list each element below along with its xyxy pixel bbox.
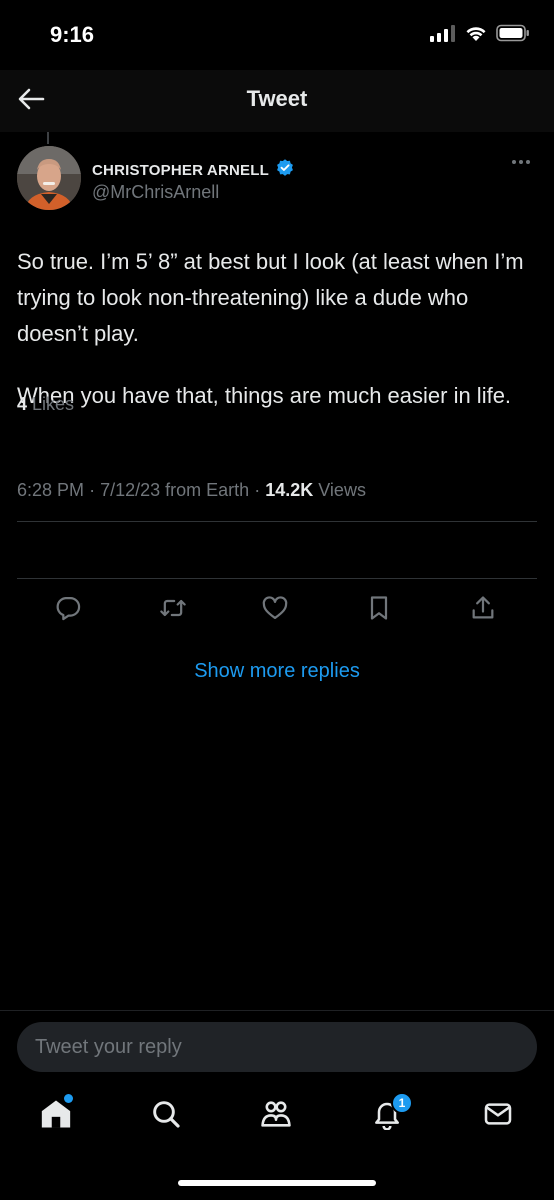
likes-count: 4 (17, 394, 28, 414)
tweet-metadata: 6:28 PM · 7/12/23 from Earth · 14.2K Vie… (17, 480, 366, 501)
views-count: 14.2K (265, 480, 314, 500)
reply-button[interactable] (50, 592, 86, 628)
likes-count-link[interactable]: 4 Likes (17, 394, 74, 415)
divider (17, 578, 537, 579)
retweet-button[interactable] (155, 592, 191, 628)
page-title: Tweet (246, 86, 308, 111)
home-new-indicator (64, 1094, 73, 1103)
author-name-text: CHRISTOPHER ARNELL (92, 161, 269, 179)
tab-messages[interactable] (476, 1090, 520, 1142)
tweet-actions (0, 592, 554, 628)
tab-communities[interactable] (254, 1090, 298, 1142)
meta-separator: · (254, 480, 266, 500)
status-icons (430, 24, 530, 47)
more-dot (526, 160, 530, 164)
more-options-button[interactable] (508, 152, 534, 172)
nav-header: Tweet (0, 70, 554, 132)
wifi-icon (464, 24, 488, 47)
tweet-paragraph: When you have that, things are much easi… (17, 383, 512, 408)
tweet-text: So true. I’m 5’ 8” at best but I look (a… (17, 244, 532, 414)
meta-separator: · (89, 480, 101, 500)
show-more-replies-link[interactable]: Show more replies (0, 660, 554, 683)
avatar[interactable] (17, 146, 81, 210)
search-icon (150, 1098, 182, 1135)
signal-icon (430, 24, 456, 47)
retweet-icon (159, 594, 187, 627)
status-bar: 9:16 (0, 0, 554, 70)
heart-icon (261, 594, 289, 627)
notifications-badge: 1 (391, 1092, 413, 1114)
bookmark-button[interactable] (361, 592, 397, 628)
more-dot (512, 160, 516, 164)
messages-icon (482, 1098, 514, 1135)
divider (17, 521, 537, 522)
reply-input[interactable]: Tweet your reply (17, 1022, 537, 1072)
tweet-date[interactable]: 7/12/23 (100, 480, 160, 500)
like-button[interactable] (257, 592, 293, 628)
tab-notifications[interactable]: 1 (365, 1090, 413, 1142)
author-handle[interactable]: @MrChrisArnell (92, 182, 219, 203)
views-label: Views (318, 480, 366, 500)
tweet-time[interactable]: 6:28 PM (17, 480, 84, 500)
verified-badge-icon (275, 158, 295, 182)
communities-icon (259, 1097, 293, 1136)
tab-home[interactable] (34, 1090, 78, 1142)
reply-bar-divider (0, 1010, 554, 1011)
thread-connector-line (47, 132, 49, 144)
home-indicator (178, 1180, 376, 1186)
tweet-source: from Earth (165, 480, 250, 500)
tweet-paragraph: So true. I’m 5’ 8” at best but I look (a… (17, 249, 524, 346)
bottom-tab-bar: 1 (0, 1090, 554, 1146)
status-time: 9:16 (50, 22, 95, 47)
share-icon (469, 594, 497, 627)
share-button[interactable] (465, 592, 501, 628)
author-name[interactable]: CHRISTOPHER ARNELL (92, 158, 295, 182)
tab-search[interactable] (144, 1090, 188, 1142)
reply-icon (54, 594, 82, 627)
more-dot (519, 160, 523, 164)
bookmark-icon (365, 594, 393, 627)
battery-icon (496, 24, 530, 47)
likes-label: Likes (32, 394, 75, 414)
